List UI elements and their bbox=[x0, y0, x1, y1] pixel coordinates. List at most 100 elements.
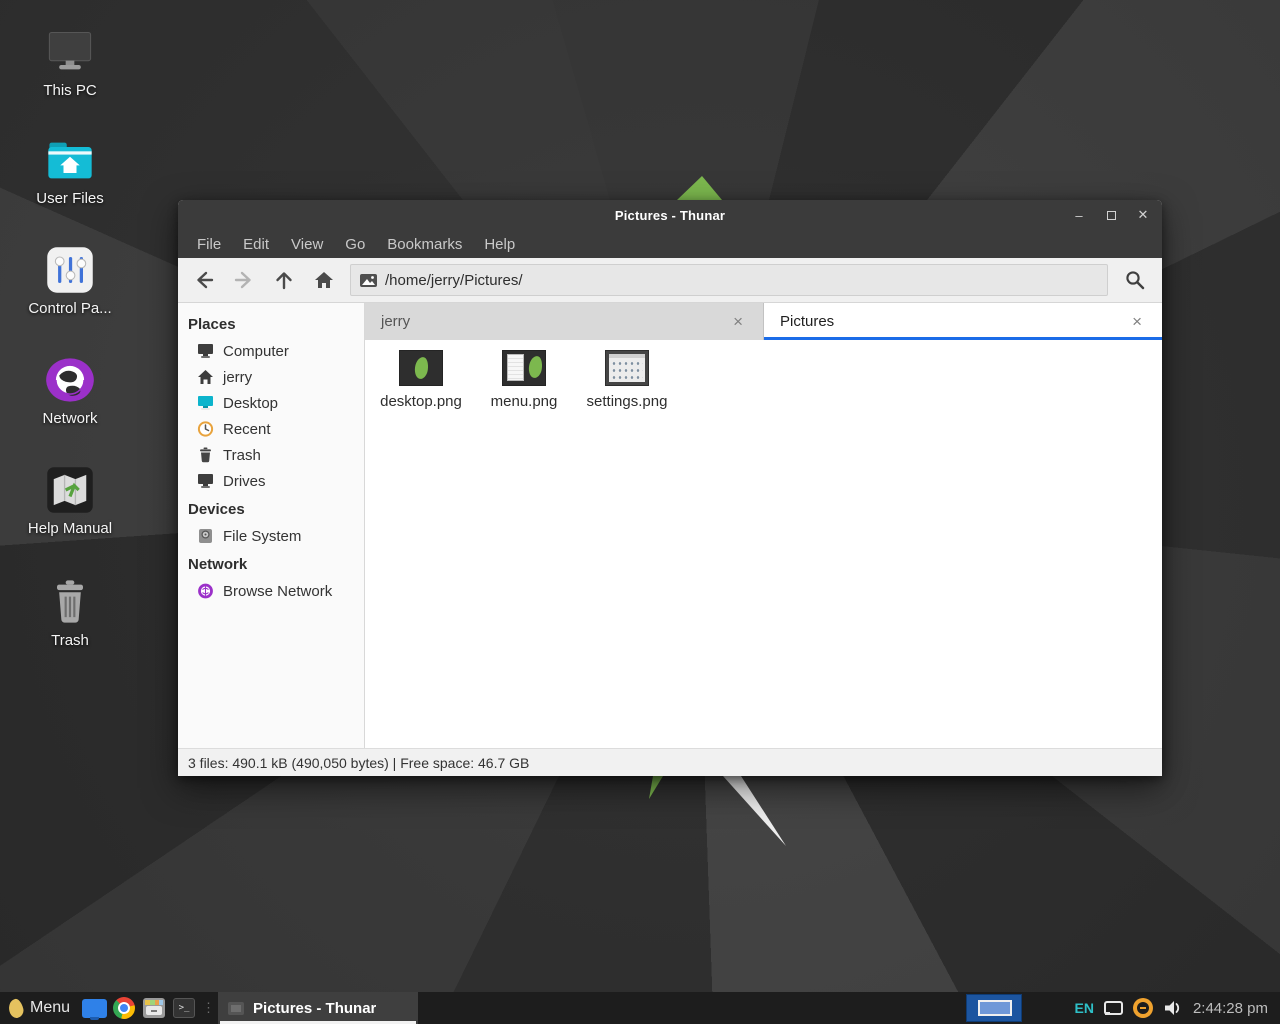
sidebar-item-computer[interactable]: Computer bbox=[178, 338, 364, 364]
trash-icon bbox=[197, 447, 214, 463]
file-name: desktop.png bbox=[373, 393, 469, 410]
file-menu-png[interactable]: menu.png bbox=[476, 350, 572, 410]
display-tray-icon[interactable] bbox=[1104, 1001, 1123, 1015]
search-icon bbox=[1124, 269, 1146, 291]
search-button[interactable] bbox=[1114, 262, 1156, 298]
menu-edit[interactable]: Edit bbox=[232, 230, 280, 258]
desktop-icon-network[interactable]: Network bbox=[10, 356, 130, 427]
image-folder-icon bbox=[360, 274, 377, 287]
sidebar-item-browse-network[interactable]: Browse Network bbox=[178, 578, 364, 604]
menu-button-label: Menu bbox=[30, 999, 70, 1017]
tab-label: Pictures bbox=[780, 313, 834, 330]
titlebar[interactable]: Pictures - Thunar – ✕ bbox=[178, 200, 1162, 230]
terminal-icon: >_ bbox=[173, 998, 195, 1018]
clock[interactable]: 2:44:28 pm bbox=[1193, 1000, 1272, 1017]
sidebar: Places Computer jerry bbox=[178, 303, 365, 748]
desktop-icon-control-panel[interactable]: Control Pa... bbox=[10, 246, 130, 317]
update-manager-icon[interactable] bbox=[1133, 998, 1153, 1018]
desktop-screen: This PC User Files Control Pa... bbox=[0, 0, 1280, 1024]
path-text: /home/jerry/Pictures/ bbox=[385, 272, 523, 289]
sidebar-item-file-system[interactable]: File System bbox=[178, 523, 364, 549]
keyboard-layout-indicator[interactable]: EN bbox=[1074, 1000, 1093, 1016]
menubar: File Edit View Go Bookmarks Help bbox=[178, 230, 1162, 258]
sidebar-item-drives[interactable]: Drives bbox=[178, 468, 364, 494]
content-pane: jerry × Pictures × desktop.png bbox=[365, 303, 1162, 748]
status-text: 3 files: 490.1 kB (490,050 bytes) | Free… bbox=[188, 755, 529, 771]
settings-screenshot-thumb bbox=[605, 350, 649, 386]
sidebar-header-places: Places bbox=[178, 309, 364, 338]
control-panel-icon bbox=[44, 246, 96, 294]
sidebar-item-label: jerry bbox=[223, 369, 252, 386]
thunar-window: Pictures - Thunar – ✕ File Edit View Go … bbox=[178, 200, 1162, 776]
menu-go[interactable]: Go bbox=[334, 230, 376, 258]
window-title: Pictures - Thunar bbox=[178, 200, 1162, 230]
thunar-window-icon bbox=[228, 1002, 244, 1015]
desktop-icon-help-manual[interactable]: Help Manual bbox=[10, 466, 130, 537]
system-tray: EN 2:44:28 pm bbox=[1074, 998, 1280, 1018]
up-button[interactable] bbox=[264, 262, 304, 298]
active-workspace bbox=[978, 1000, 1012, 1016]
desktop-icon-label: User Files bbox=[10, 190, 130, 207]
sidebar-item-label: Desktop bbox=[223, 395, 278, 412]
tab-bar: jerry × Pictures × bbox=[365, 303, 1162, 340]
sidebar-item-label: Browse Network bbox=[223, 583, 332, 600]
file-name: menu.png bbox=[476, 393, 572, 410]
drives-icon bbox=[197, 473, 214, 489]
path-bar[interactable]: /home/jerry/Pictures/ bbox=[350, 264, 1108, 296]
home-icon bbox=[197, 369, 214, 385]
file-desktop-png[interactable]: desktop.png bbox=[373, 350, 469, 410]
maximize-button[interactable] bbox=[1098, 203, 1124, 227]
menu-help[interactable]: Help bbox=[473, 230, 526, 258]
sidebar-item-label: Computer bbox=[223, 343, 289, 360]
sidebar-header-devices: Devices bbox=[178, 494, 364, 523]
maximize-icon bbox=[1107, 211, 1116, 220]
home-button[interactable] bbox=[304, 262, 344, 298]
close-button[interactable]: ✕ bbox=[1130, 203, 1156, 227]
file-manager-launcher[interactable] bbox=[139, 992, 169, 1024]
file-settings-png[interactable]: settings.png bbox=[579, 350, 675, 410]
desktop-icon-label: This PC bbox=[10, 82, 130, 99]
file-name: settings.png bbox=[579, 393, 675, 410]
toolbar: /home/jerry/Pictures/ bbox=[178, 258, 1162, 303]
recent-clock-icon bbox=[197, 421, 214, 437]
tab-jerry[interactable]: jerry × bbox=[365, 303, 764, 340]
computer-icon bbox=[197, 343, 214, 359]
chrome-launcher[interactable] bbox=[109, 992, 139, 1024]
back-button[interactable] bbox=[184, 262, 224, 298]
task-label: Pictures - Thunar bbox=[253, 1000, 376, 1017]
terminal-launcher[interactable]: >_ bbox=[169, 992, 199, 1024]
tab-close-icon[interactable]: × bbox=[729, 311, 747, 332]
desktop-icon bbox=[197, 395, 214, 411]
network-globe-icon bbox=[44, 356, 96, 404]
minimize-button[interactable]: – bbox=[1066, 203, 1092, 227]
workspace-switcher[interactable] bbox=[966, 994, 1022, 1022]
home-icon bbox=[313, 269, 335, 291]
menu-bookmarks[interactable]: Bookmarks bbox=[376, 230, 473, 258]
menu-view[interactable]: View bbox=[280, 230, 334, 258]
desktop-icon-user-files[interactable]: User Files bbox=[10, 136, 130, 207]
sidebar-item-recent[interactable]: Recent bbox=[178, 416, 364, 442]
tab-pictures[interactable]: Pictures × bbox=[764, 303, 1162, 340]
show-desktop-launcher[interactable] bbox=[79, 992, 109, 1024]
desktop-icon-this-pc[interactable]: This PC bbox=[10, 28, 130, 99]
sidebar-item-label: Trash bbox=[223, 447, 261, 464]
taskbar-task-thunar[interactable]: Pictures - Thunar bbox=[218, 992, 418, 1024]
sidebar-item-label: Drives bbox=[223, 473, 266, 490]
trash-can-icon bbox=[44, 578, 96, 626]
forward-button[interactable] bbox=[224, 262, 264, 298]
file-manager-icon bbox=[143, 998, 165, 1018]
sidebar-item-desktop[interactable]: Desktop bbox=[178, 390, 364, 416]
status-bar: 3 files: 490.1 kB (490,050 bytes) | Free… bbox=[178, 748, 1162, 776]
desktop-icon-trash[interactable]: Trash bbox=[10, 578, 130, 649]
sidebar-item-label: File System bbox=[223, 528, 301, 545]
sidebar-item-label: Recent bbox=[223, 421, 271, 438]
volume-icon[interactable] bbox=[1163, 999, 1183, 1017]
file-view[interactable]: desktop.png menu.png settings.png bbox=[365, 340, 1162, 748]
sidebar-item-jerry[interactable]: jerry bbox=[178, 364, 364, 390]
menu-file[interactable]: File bbox=[186, 230, 232, 258]
menu-button[interactable]: Menu bbox=[0, 992, 79, 1024]
tab-label: jerry bbox=[381, 313, 410, 330]
tab-close-icon[interactable]: × bbox=[1128, 311, 1146, 332]
back-arrow-icon bbox=[193, 269, 215, 291]
sidebar-item-trash[interactable]: Trash bbox=[178, 442, 364, 468]
